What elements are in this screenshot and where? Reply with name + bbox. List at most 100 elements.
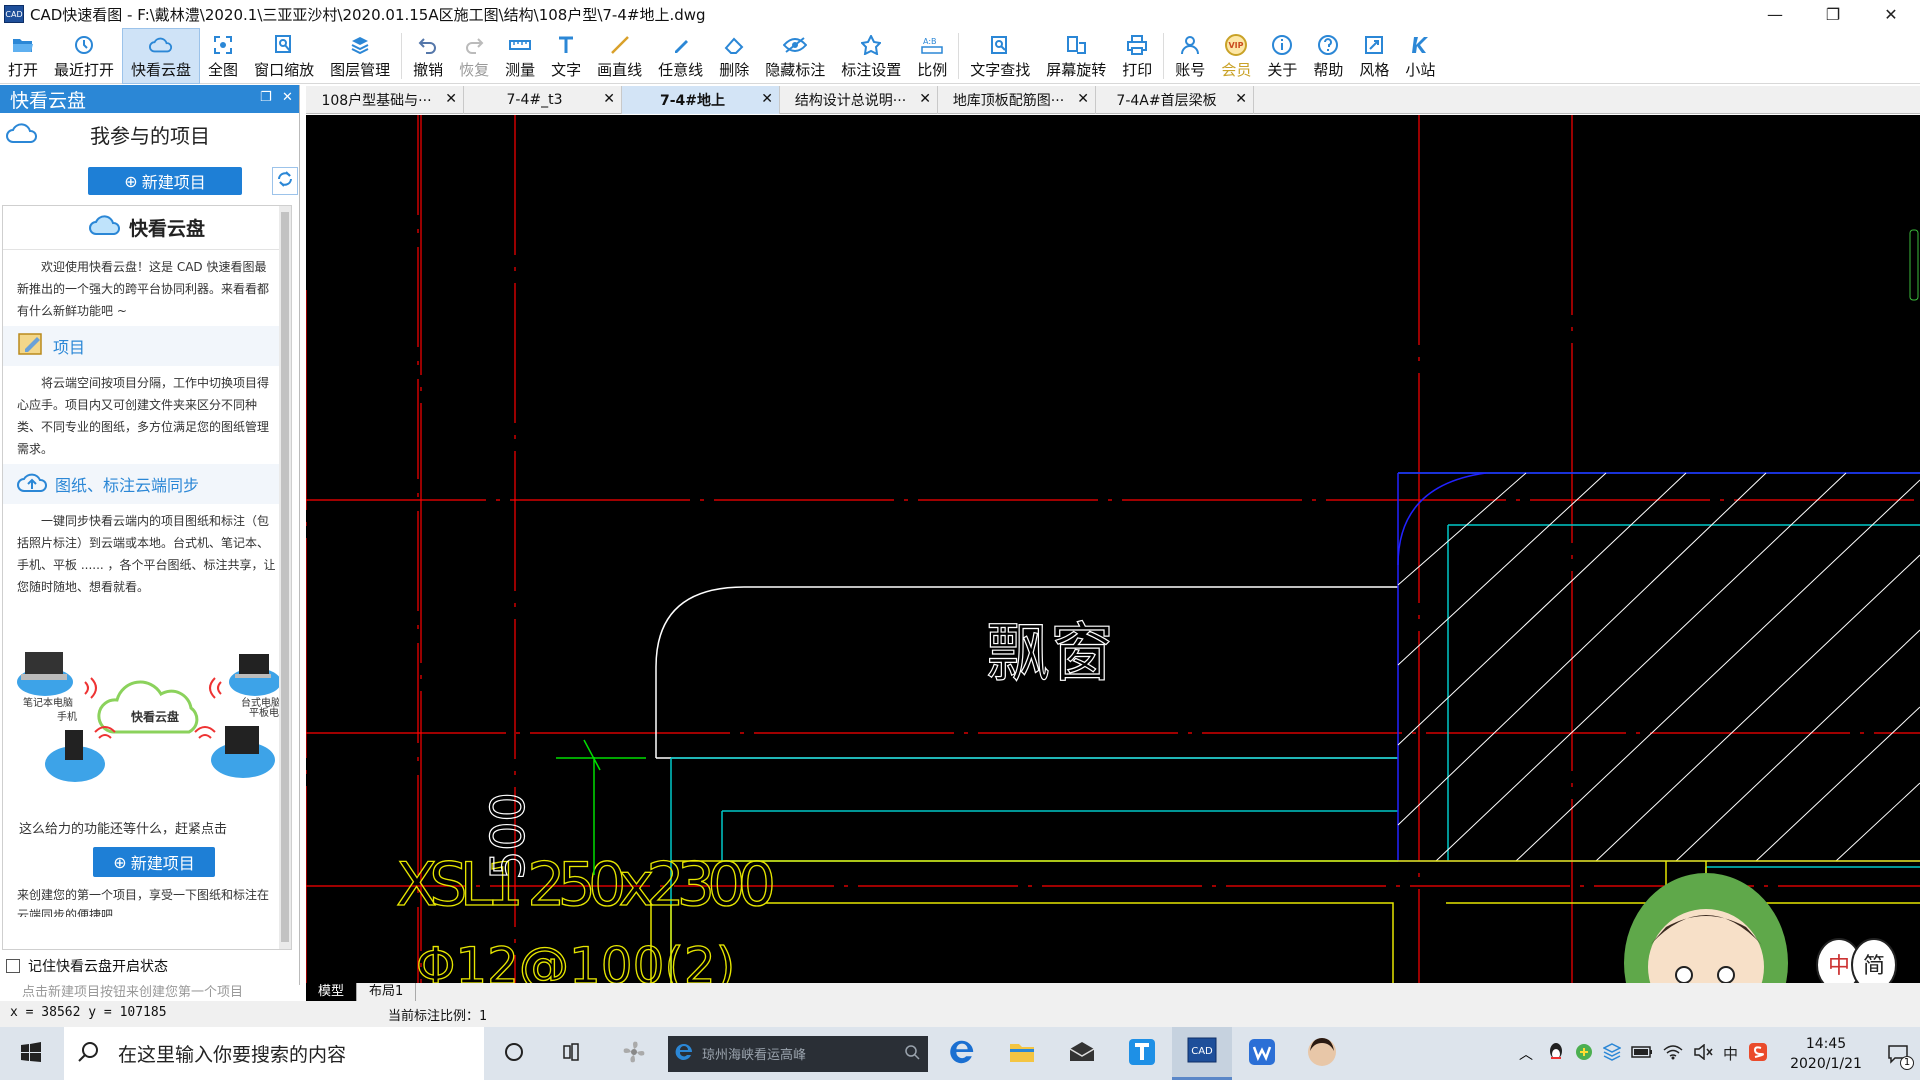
tab-garage-slab[interactable]: 地库顶板配筋图··· ✕ [938, 86, 1096, 114]
restore-button[interactable]: ❐ [1804, 0, 1862, 28]
about-button[interactable]: 关于 [1259, 28, 1305, 84]
cloud-sync-icon[interactable] [1602, 1042, 1622, 1065]
tray-clock[interactable]: 14:45 2020/1/21 [1776, 1034, 1876, 1074]
layers-icon [348, 33, 372, 57]
delete-button[interactable]: 删除 [711, 28, 757, 84]
cloud-intro-title: 快看云盘 [3, 206, 291, 250]
draw-line-button[interactable]: 画直线 [589, 28, 650, 84]
volume-muted-icon[interactable] [1693, 1042, 1713, 1064]
task-view-button[interactable] [544, 1027, 604, 1080]
find-text-button[interactable]: 文字查找 [962, 28, 1038, 84]
text-button[interactable]: 文字 [543, 28, 589, 84]
redo-button[interactable]: 恢复 [451, 28, 497, 84]
battery-icon[interactable] [1631, 1044, 1653, 1063]
style-button[interactable]: 风格 [1351, 28, 1397, 84]
tab-7-4-above-ground[interactable]: 7-4#地上 ✕ [622, 86, 780, 114]
sync-button[interactable] [272, 167, 298, 195]
vip-button[interactable]: VIP 会员 [1213, 28, 1259, 84]
close-icon[interactable]: ✕ [1077, 91, 1089, 107]
find-text-icon [988, 33, 1012, 57]
cad-viewer-taskbar-button[interactable]: CAD [1172, 1027, 1232, 1080]
tab-model[interactable]: 模型 [306, 983, 358, 1001]
tab-108-foundation[interactable]: 108户型基础与··· ✕ [306, 86, 464, 114]
panel-scrollbar-thumb[interactable] [281, 212, 289, 942]
edge-button[interactable] [932, 1027, 992, 1080]
tray-expand-icon[interactable]: ︿ [1519, 1044, 1533, 1064]
close-icon[interactable]: ✕ [445, 91, 457, 107]
rotate-screen-button[interactable]: 屏幕旋转 [1038, 28, 1114, 84]
hide-annotation-button[interactable]: 隐藏标注 [757, 28, 833, 84]
sogou-icon[interactable] [1748, 1042, 1768, 1066]
zoom-window-button[interactable]: 窗口缩放 [246, 28, 322, 84]
text-app-button[interactable] [1112, 1027, 1172, 1080]
fit-all-button[interactable]: 全图 [200, 28, 246, 84]
cad-drawing[interactable]: 飘窗 XSL1 250x2300 Φ12@100(2) 500 中 简 [306, 115, 1920, 983]
wps-button[interactable] [1232, 1027, 1292, 1080]
new-project-cta-button[interactable]: ⊕ 新建项目 [93, 847, 215, 877]
zoom-window-label: 窗口缩放 [254, 60, 315, 79]
mascot-sticker: 中 简 [1624, 873, 1897, 983]
site-button[interactable]: 小站 [1397, 28, 1443, 84]
device-phone-label: 手机 [57, 712, 77, 723]
cloud-intro-title-text: 快看云盘 [128, 218, 205, 240]
print-button[interactable]: 打印 [1114, 28, 1160, 84]
security-icon[interactable] [1575, 1043, 1593, 1065]
tab-7-4a-first-floor[interactable]: 7-4A#首层梁板 ✕ [1096, 86, 1254, 114]
coordinate-readout: x = 38562 y = 107185 [10, 1005, 167, 1020]
remember-option[interactable]: 记住快看云盘开启状态 [0, 955, 300, 977]
freehand-button[interactable]: 任意线 [650, 28, 711, 84]
layers-button[interactable]: 图层管理 [322, 28, 398, 84]
avatar-app-button[interactable] [1292, 1027, 1352, 1080]
rebar-label: Φ12@100(2) [416, 937, 735, 983]
line-icon [608, 33, 632, 57]
close-button[interactable]: ✕ [1862, 0, 1920, 28]
canvas-scroll-indicator[interactable] [1909, 229, 1919, 301]
panel-close-icon[interactable]: ✕ [282, 90, 293, 105]
bay-window-label: 飘窗 [986, 617, 1114, 691]
tab-layout1[interactable]: 布局1 [357, 983, 417, 1001]
scale-icon: A:B [920, 33, 944, 57]
start-button[interactable] [0, 1027, 62, 1080]
mail-button[interactable] [1052, 1027, 1112, 1080]
cloud-disk-button[interactable]: 快看云盘 [122, 28, 201, 84]
tab-structural-notes[interactable]: 结构设计总说明··· ✕ [780, 86, 938, 114]
info-icon [1270, 33, 1294, 57]
wifi-icon[interactable] [1663, 1044, 1683, 1064]
annotation-scale: 当前标注比例：1 [388, 1009, 487, 1024]
site-label: 小站 [1405, 60, 1436, 79]
welcome-text: 欢迎使用快看云盘！这是 CAD 快速看图最新推出的一个强大的跨平台协同利器。来看… [17, 260, 270, 318]
cortana-button[interactable] [484, 1027, 544, 1080]
undo-button[interactable]: 撤销 [405, 28, 451, 84]
annotation-settings-button[interactable]: 标注设置 [833, 28, 909, 84]
annotation-settings-label: 标注设置 [841, 60, 902, 79]
notification-center-button[interactable]: 1 [1876, 1044, 1920, 1070]
input-language[interactable]: 中 [1723, 1043, 1738, 1064]
panel-float-icon[interactable]: ❐ [260, 90, 272, 105]
fan-app-button[interactable] [604, 1027, 664, 1080]
help-button[interactable]: 帮助 [1305, 28, 1351, 84]
file-explorer-button[interactable] [992, 1027, 1052, 1080]
help-icon [1316, 33, 1340, 57]
account-button[interactable]: 账号 [1167, 28, 1213, 84]
recent-button[interactable]: 最近打开 [46, 28, 122, 84]
browser-search-text: 琼州海峡看运高峰 [702, 1048, 807, 1063]
panel-scrollbar[interactable] [279, 206, 291, 949]
qq-icon[interactable] [1547, 1042, 1565, 1066]
drawing-canvas[interactable]: 飘窗 XSL1 250x2300 Φ12@100(2) 500 中 简 [306, 115, 1920, 983]
cloud-intro-scroll[interactable]: 快看云盘 欢迎使用快看云盘！这是 CAD 快速看图最新推出的一个强大的跨平台协同… [2, 205, 292, 950]
close-icon[interactable]: ✕ [919, 91, 931, 107]
remember-checkbox[interactable] [6, 959, 20, 973]
close-icon[interactable]: ✕ [603, 91, 615, 107]
minimize-button[interactable]: — [1746, 0, 1804, 28]
browser-search-box[interactable]: 琼州海峡看运高峰 [668, 1035, 928, 1072]
close-icon[interactable]: ✕ [1235, 91, 1247, 107]
new-project-button[interactable]: ⊕ 新建项目 [88, 167, 242, 195]
close-icon[interactable]: ✕ [761, 91, 773, 107]
tab-7-4-t3[interactable]: 7-4#_t3 ✕ [464, 86, 622, 114]
open-button[interactable]: 打开 [0, 28, 46, 84]
taskbar-search-box[interactable]: 在这里输入你要搜索的内容 [64, 1027, 484, 1080]
fit-all-label: 全图 [208, 60, 239, 79]
tab-label: 地库顶板配筋图··· [952, 93, 1065, 109]
measure-button[interactable]: 测量 [497, 28, 543, 84]
scale-button[interactable]: A:B 比例 [909, 28, 955, 84]
